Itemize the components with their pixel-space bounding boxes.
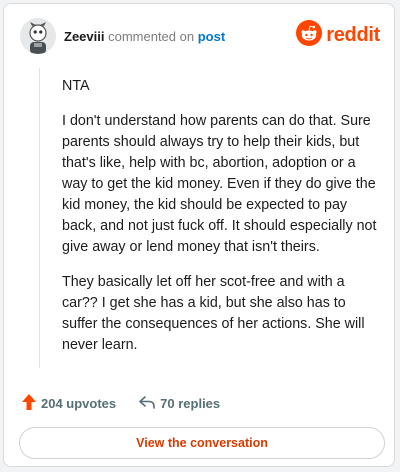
username[interactable]: Zeeviii [64,29,104,44]
reply-icon [138,394,156,413]
replies-button[interactable]: 70 replies [138,394,220,413]
comment-paragraph: They basically let off her scot-free and… [62,274,365,353]
reddit-logo-icon [296,19,323,51]
thread-line [39,68,40,368]
comment-paragraph: NTA [62,78,90,94]
replies-count: 70 replies [160,395,221,411]
comment-body: NTA I don't understand how parents can d… [62,76,380,370]
commented-on-text: commented on [108,29,195,44]
comment-paragraph: I don't understand how parents can do th… [62,113,377,255]
avatar[interactable] [20,18,56,54]
reddit-brand[interactable]: reddit [296,19,380,51]
view-conversation-button[interactable]: View the conversation [19,427,385,459]
reddit-wordmark: reddit [326,23,380,46]
comment-card: Zeeviii commented on post reddit NTA I d… [3,3,395,467]
upvote-button[interactable]: 204 upvotes [21,393,116,414]
upvote-count: 204 upvotes [41,395,117,411]
comment-meta: Zeeviii commented on post [64,29,225,45]
comment-header: Zeeviii commented on post reddit [20,18,380,58]
post-link[interactable]: post [198,29,225,44]
upvote-icon [21,393,37,414]
comment-actions: 204 upvotes 70 replies [21,393,220,413]
